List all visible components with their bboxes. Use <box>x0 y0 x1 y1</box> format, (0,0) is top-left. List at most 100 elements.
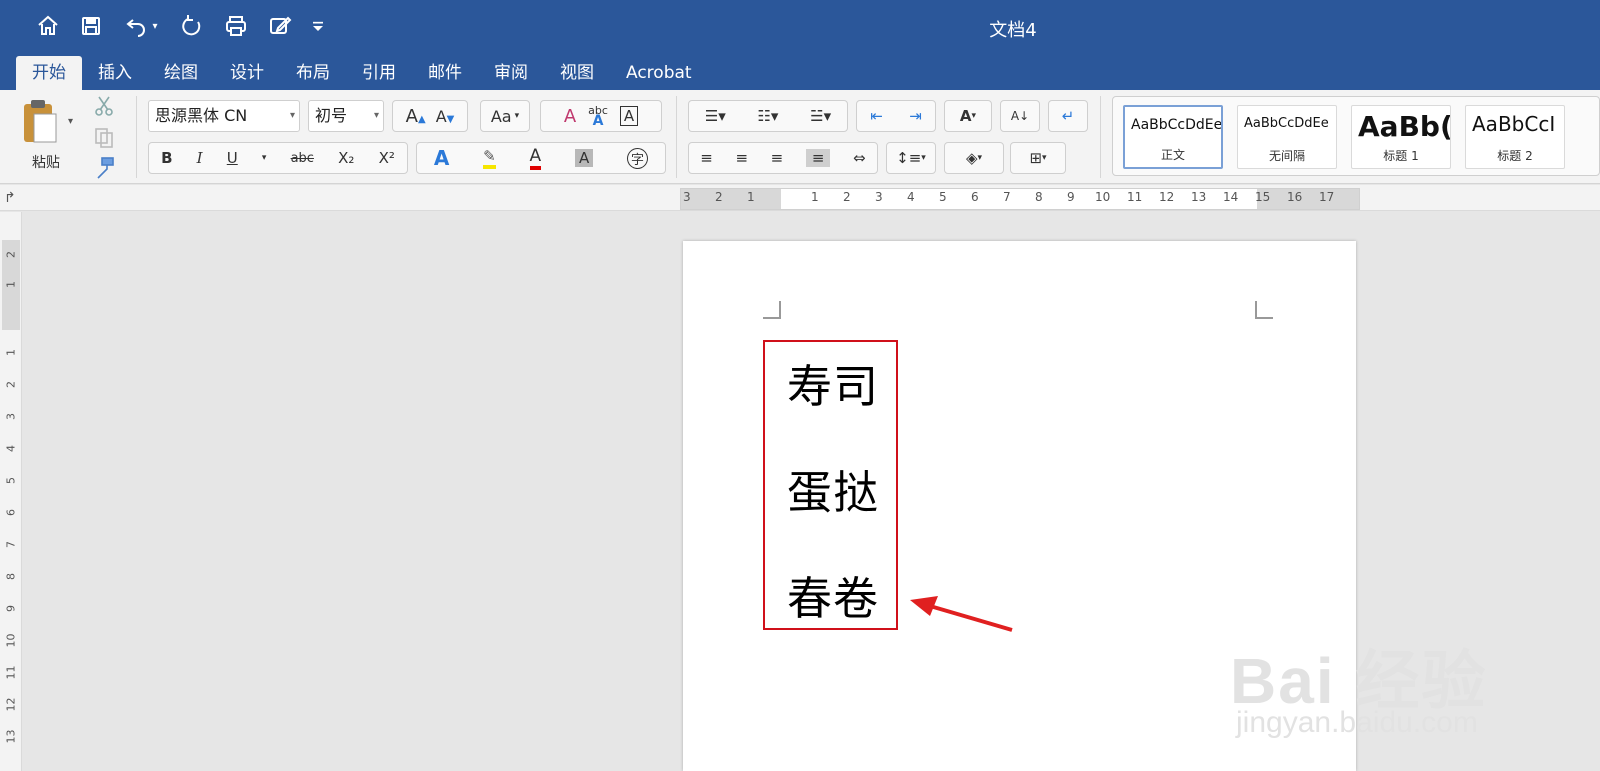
crop-mark-top-left <box>763 301 781 319</box>
align-left-icon[interactable]: ≡ <box>700 149 713 167</box>
paste-button[interactable]: ▾ 粘贴 <box>16 94 76 178</box>
baidu-watermark: Bai 经验 jingyan.baidu.com <box>1230 600 1510 740</box>
bullets-icon[interactable]: ☰▾ <box>705 107 726 125</box>
tab-selector-icon[interactable]: ↱ <box>4 190 16 206</box>
ruler-number: 11 <box>1127 190 1143 204</box>
text-line[interactable]: 蛋挞 <box>787 456 897 521</box>
change-case-icon[interactable]: Aa ▾ <box>480 100 530 132</box>
ruler-margin-left <box>681 189 781 209</box>
ruler-number: 2 <box>715 190 723 204</box>
shading-icon[interactable]: ◈ ▾ <box>944 142 1004 174</box>
spell-check-icon[interactable]: abc A <box>588 105 608 128</box>
annotation-arrow-icon <box>910 596 1013 632</box>
line-spacing-icon[interactable]: ↕≡ ▾ <box>886 142 936 174</box>
font-size-select[interactable]: 初号 ▾ <box>308 100 384 132</box>
paste-label: 粘贴 <box>32 155 60 171</box>
text-border-icon[interactable]: A <box>619 106 639 126</box>
subscript-button[interactable]: X₂ <box>338 149 354 167</box>
cut-icon[interactable] <box>92 94 116 118</box>
ruler-number: 5 <box>4 477 18 484</box>
show-marks-icon[interactable]: ↵ <box>1048 100 1088 132</box>
ruler-number: 6 <box>971 190 979 204</box>
style-sample: AaBbCcDdEe <box>1131 117 1223 133</box>
ribbon-tabs: 开始 插入 绘图 设计 布局 引用 邮件 审阅 视图 Acrobat <box>16 56 708 90</box>
underline-dropdown-icon[interactable]: ▾ <box>262 153 267 163</box>
ribbon-divider <box>676 96 677 178</box>
bold-button[interactable]: B <box>161 149 172 167</box>
ruler-number: 10 <box>4 633 18 648</box>
style-name: 正文 <box>1160 148 1185 162</box>
distributed-icon[interactable]: ⇔ <box>853 149 866 167</box>
crop-mark-top-right <box>1255 301 1273 319</box>
title-bar: ▾ 文档4 开始 插入 绘图 设计 布局 引用 邮件 审阅 视图 Acrobat <box>0 0 1600 90</box>
shrink-font-icon[interactable]: A▼ <box>436 107 455 126</box>
sort-icon[interactable]: A↓ <box>1000 100 1040 132</box>
ruler-number: 12 <box>4 697 18 712</box>
increase-indent-icon[interactable]: ⇥ <box>909 107 922 125</box>
tab-references[interactable]: 引用 <box>346 56 412 90</box>
italic-button[interactable]: I <box>197 149 203 167</box>
superscript-button[interactable]: X² <box>379 149 395 167</box>
clear-format-group: A abc A A <box>540 100 662 132</box>
enclose-characters-button[interactable]: 字 <box>627 147 649 169</box>
ruler-number: 2 <box>4 251 18 258</box>
text-effects-icon[interactable]: A <box>434 146 449 170</box>
highlighted-text-box[interactable]: 寿司 蛋挞 春卷 <box>763 340 898 630</box>
tab-draw[interactable]: 绘图 <box>148 56 214 90</box>
tab-home[interactable]: 开始 <box>16 56 82 90</box>
font-name-select[interactable]: 思源黑体 CN ▾ <box>148 100 300 132</box>
tab-mailings[interactable]: 邮件 <box>412 56 478 90</box>
ruler-number: 7 <box>4 541 18 548</box>
ruler-margin-right <box>1257 189 1359 209</box>
ruler-number: 12 <box>1159 190 1175 204</box>
highlight-color-icon[interactable]: ✎ <box>483 147 496 169</box>
ribbon: ▾ 粘贴 思源黑体 CN ▾ 初号 ▾ A▲ A▼ Aa ▾ A abc A A B I… <box>0 90 1600 184</box>
text-line[interactable]: 寿司 <box>787 350 897 415</box>
character-shading-button[interactable]: A <box>574 149 594 167</box>
ribbon-divider <box>1100 96 1101 178</box>
tab-insert[interactable]: 插入 <box>82 56 148 90</box>
style-heading-2[interactable]: AaBbCcI 标题 2 <box>1465 105 1565 169</box>
ruler-number: 4 <box>907 190 915 204</box>
ruler-number: 16 <box>1287 190 1303 204</box>
style-sample: AaBbCcI <box>1472 112 1556 136</box>
ruler-number: 15 <box>1255 190 1271 204</box>
format-painter-icon[interactable] <box>92 156 116 180</box>
tab-review[interactable]: 审阅 <box>478 56 544 90</box>
ruler-number: 13 <box>1191 190 1207 204</box>
ruler-number: 2 <box>843 190 851 204</box>
clear-format-icon[interactable]: A <box>564 106 576 127</box>
vertical-ruler[interactable]: 2 1 1 2 3 4 5 6 7 8 9 10 11 12 13 <box>0 212 22 771</box>
decrease-indent-icon[interactable]: ⇤ <box>870 107 883 125</box>
multilevel-list-icon[interactable]: ☱▾ <box>810 107 831 125</box>
copy-icon[interactable] <box>92 126 116 150</box>
text-line[interactable]: 春卷 <box>787 562 897 627</box>
borders-icon[interactable]: ⊞ ▾ <box>1010 142 1066 174</box>
tab-acrobat[interactable]: Acrobat <box>610 56 708 90</box>
paste-dropdown-icon[interactable]: ▾ <box>68 116 73 127</box>
justify-icon[interactable]: ≡ <box>805 149 831 167</box>
tab-layout[interactable]: 布局 <box>280 56 346 90</box>
ruler-number: 10 <box>1095 190 1111 204</box>
grow-font-icon[interactable]: A▲ <box>406 106 426 127</box>
align-center-icon[interactable]: ≡ <box>735 149 748 167</box>
text-direction-icon[interactable]: A ▾ <box>944 100 992 132</box>
ruler-number: 8 <box>1035 190 1043 204</box>
ruler-number: 1 <box>747 190 755 204</box>
align-right-icon[interactable]: ≡ <box>771 149 784 167</box>
ruler-number: 5 <box>939 190 947 204</box>
ruler-number: 14 <box>1223 190 1239 204</box>
ruler-number: 13 <box>4 729 18 744</box>
style-normal[interactable]: AaBbCcDdEe 正文 <box>1123 105 1223 169</box>
ruler-number: 2 <box>4 381 18 388</box>
tab-view[interactable]: 视图 <box>544 56 610 90</box>
document-title: 文档4 <box>989 20 1037 41</box>
horizontal-ruler[interactable]: 3 2 1 1 2 3 4 5 6 7 8 9 10 11 12 13 14 1… <box>680 188 1360 210</box>
tab-design[interactable]: 设计 <box>214 56 280 90</box>
style-heading-1[interactable]: AaBb( 标题 1 <box>1351 105 1451 169</box>
underline-button[interactable]: U <box>227 149 238 167</box>
font-color-icon[interactable]: A <box>529 146 542 170</box>
style-no-spacing[interactable]: AaBbCcDdEe 无间隔 <box>1237 105 1337 169</box>
strikethrough-button[interactable]: abc <box>291 151 314 166</box>
numbering-icon[interactable]: ☷▾ <box>757 107 778 125</box>
